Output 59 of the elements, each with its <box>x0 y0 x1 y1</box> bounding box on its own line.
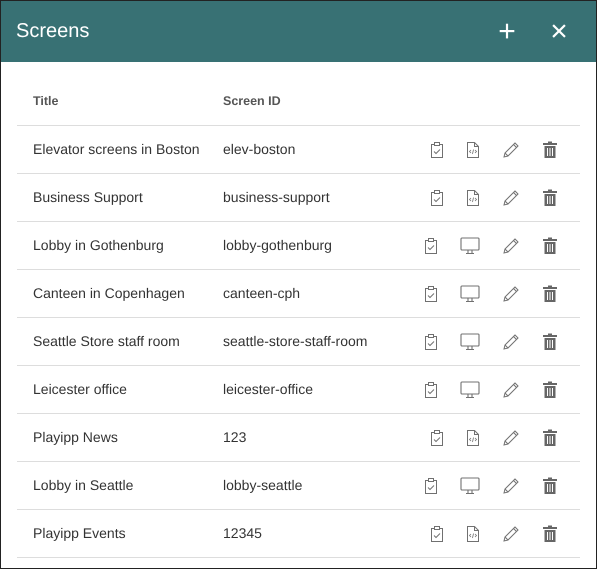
table-cell-text: Leicester office <box>32 380 128 399</box>
pencil-icon[interactable] <box>502 524 520 542</box>
table-cell-text: seattle-store-staff-room <box>223 332 368 351</box>
table-cell-text: canteen-cph <box>223 284 302 303</box>
table-cell-text: business-support <box>223 188 331 207</box>
clipboard-check-icon[interactable] <box>430 140 444 158</box>
table-cell-text: Playipp Events <box>32 524 127 543</box>
clipboard-check-icon[interactable] <box>430 428 444 446</box>
monitor-icon[interactable] <box>460 380 480 398</box>
trash-icon[interactable] <box>542 332 558 350</box>
monitor-icon[interactable] <box>460 284 480 302</box>
code-file-icon[interactable] <box>466 188 480 206</box>
column-header: Title <box>32 93 60 110</box>
table-cell-text: lobby-gothenburg <box>223 236 333 255</box>
table-cell-text: Playipp News <box>32 428 119 447</box>
trash-icon[interactable] <box>542 428 558 446</box>
trash-icon[interactable] <box>542 476 558 494</box>
table-cell-text: Business Support <box>32 188 144 207</box>
add-button[interactable]: + <box>485 16 529 46</box>
clipboard-check-icon[interactable] <box>424 476 438 494</box>
clipboard-check-icon[interactable] <box>424 332 438 350</box>
trash-icon[interactable] <box>542 380 558 398</box>
window-title: Screens <box>16 20 90 43</box>
table-cell-text: Lobby in Seattle <box>32 476 134 495</box>
pencil-icon[interactable] <box>502 476 520 494</box>
pencil-icon[interactable] <box>502 428 520 446</box>
table-cell-text: Elevator screens in Boston <box>32 140 201 159</box>
table-cell-text: leicester-office <box>223 380 314 399</box>
trash-icon[interactable] <box>542 236 558 254</box>
column-header: Screen ID <box>223 93 282 110</box>
pencil-icon[interactable] <box>502 332 520 350</box>
clipboard-check-icon[interactable] <box>424 284 438 302</box>
monitor-icon[interactable] <box>460 236 480 254</box>
clipboard-check-icon[interactable] <box>430 188 444 206</box>
table-cell-text: 123 <box>223 428 248 447</box>
monitor-icon[interactable] <box>460 332 480 350</box>
table-cell-text: Canteen in Copenhagen <box>32 284 186 303</box>
trash-icon[interactable] <box>542 284 558 302</box>
pencil-icon[interactable] <box>502 380 520 398</box>
pencil-icon[interactable] <box>502 188 520 206</box>
pencil-icon[interactable] <box>502 140 520 158</box>
trash-icon[interactable] <box>542 524 558 542</box>
pencil-icon[interactable] <box>502 236 520 254</box>
monitor-icon[interactable] <box>460 476 480 494</box>
clipboard-check-icon[interactable] <box>424 236 438 254</box>
table-cell-text: elev-boston <box>223 140 296 159</box>
clipboard-check-icon[interactable] <box>424 380 438 398</box>
code-file-icon[interactable] <box>466 524 480 542</box>
trash-icon[interactable] <box>542 140 558 158</box>
pencil-icon[interactable] <box>502 284 520 302</box>
trash-icon[interactable] <box>542 188 558 206</box>
code-file-icon[interactable] <box>466 428 480 446</box>
clipboard-check-icon[interactable] <box>430 524 444 542</box>
code-file-icon[interactable] <box>466 140 480 158</box>
table-cell-text: 12345 <box>223 524 263 543</box>
table-cell-text: Lobby in Gothenburg <box>32 236 165 255</box>
close-button[interactable]: × <box>537 16 581 46</box>
table-cell-text: Seattle Store staff room <box>32 332 181 351</box>
table-cell-text: lobby-seattle <box>223 476 304 495</box>
